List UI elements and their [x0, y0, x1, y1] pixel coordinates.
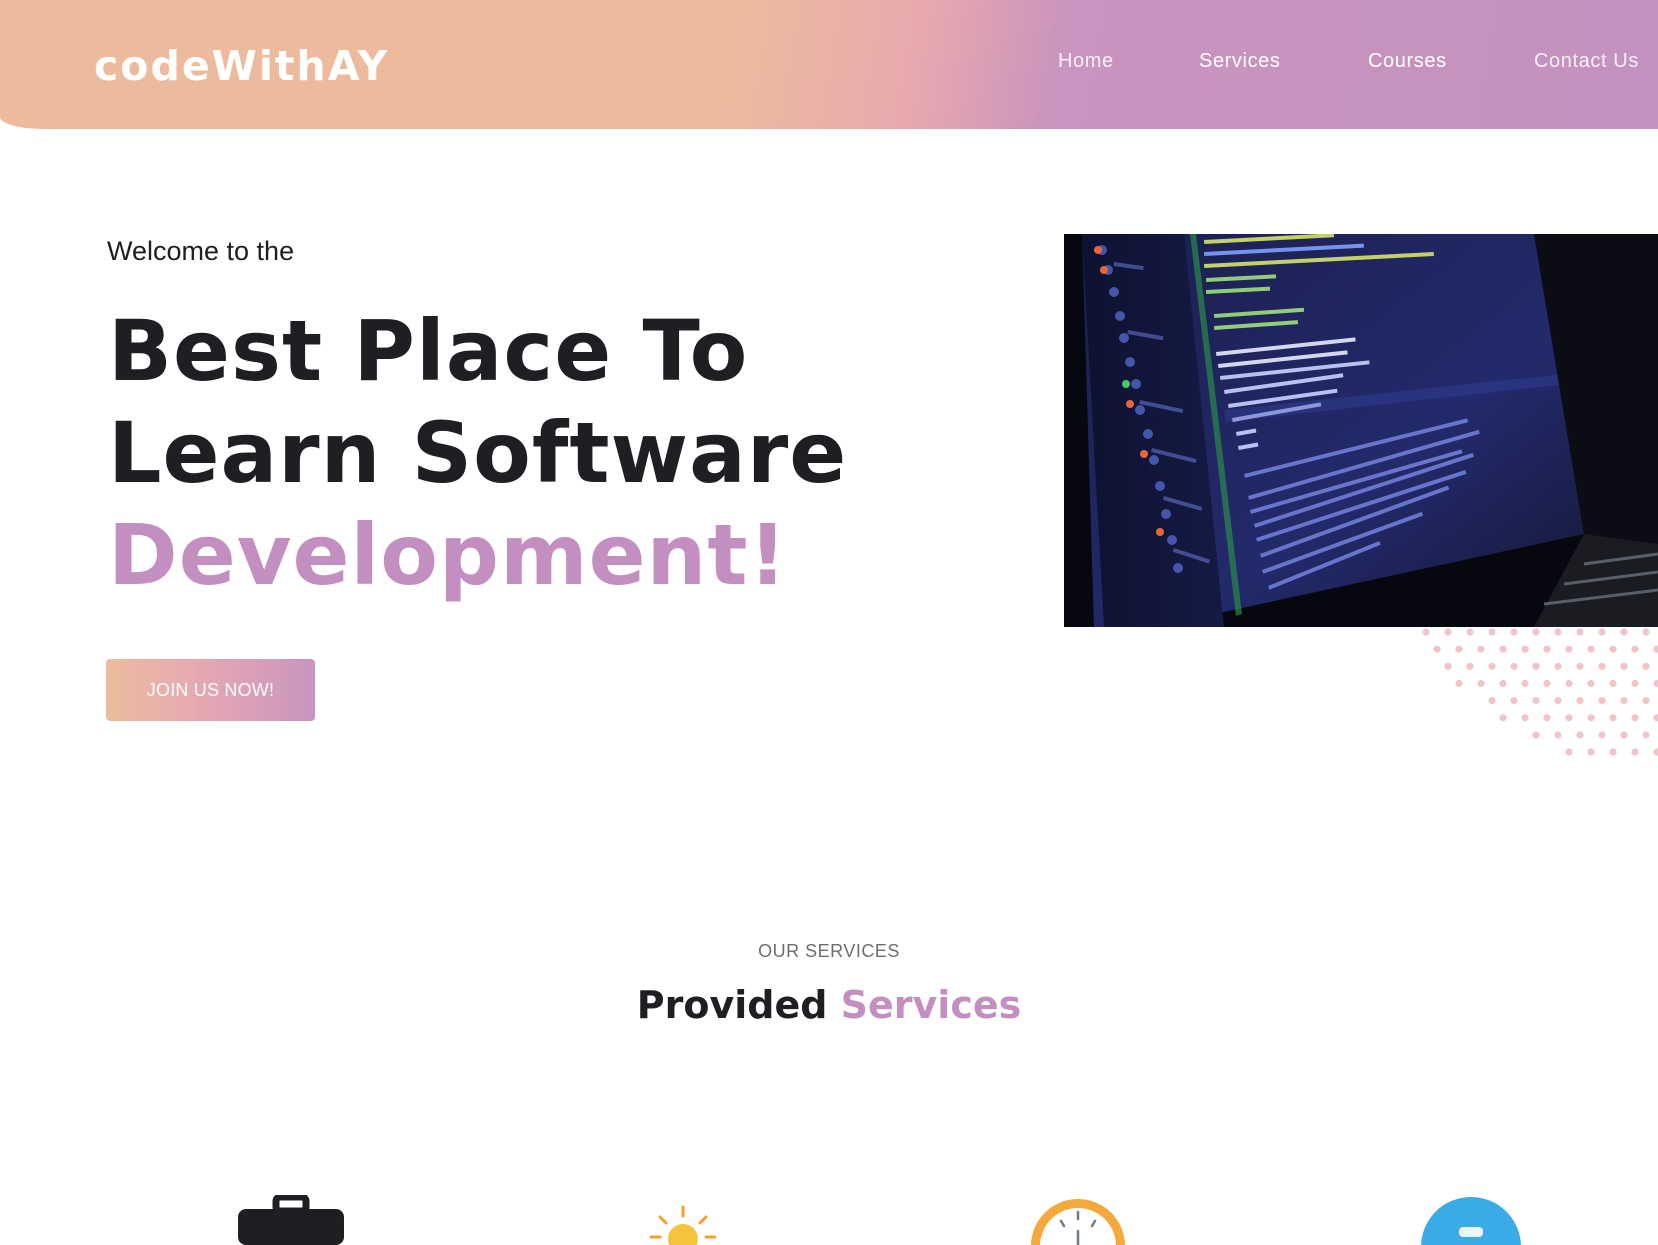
clock-icon [1027, 1195, 1129, 1245]
decorative-dot [1499, 645, 1507, 653]
decorative-dot [1620, 628, 1628, 636]
hero-title-line-1: Best Place To [108, 302, 749, 400]
decorative-dot [1521, 645, 1529, 653]
decorative-dot [1642, 662, 1650, 670]
decorative-dot [1488, 697, 1496, 705]
decorative-dot [1488, 628, 1496, 636]
decorative-dot [1565, 714, 1573, 722]
decorative-dot [1653, 679, 1658, 688]
decorative-dot [1554, 731, 1562, 739]
decorative-dot [1631, 679, 1639, 688]
decorative-dot [1587, 679, 1595, 688]
decorative-dot [1422, 628, 1430, 636]
decorative-dot [1576, 662, 1584, 670]
services-heading-accent: Services [840, 983, 1022, 1027]
decorative-dot [1521, 714, 1529, 722]
decorative-dot [1510, 628, 1518, 636]
hero-title-line-2: Learn Software [108, 404, 848, 502]
decorative-dot [1433, 645, 1441, 653]
decorative-dot [1609, 714, 1617, 722]
decorative-dot [1554, 662, 1562, 670]
join-us-button[interactable]: JOIN US NOW! [106, 659, 315, 721]
decorative-dot [1642, 628, 1650, 636]
decorative-dot [1631, 714, 1639, 722]
decorative-dot [1598, 731, 1606, 739]
decorative-dots-pattern [1422, 628, 1658, 756]
decorative-dot [1565, 679, 1573, 688]
decorative-dot [1620, 662, 1628, 670]
decorative-dot [1576, 697, 1584, 705]
services-heading: Provided Services [0, 983, 1658, 1027]
decorative-dot [1499, 714, 1507, 722]
decorative-dot [1620, 697, 1628, 705]
decorative-dot [1576, 628, 1584, 636]
decorative-dot [1653, 645, 1658, 653]
decorative-dot [1609, 679, 1617, 688]
services-heading-plain: Provided [636, 983, 828, 1027]
decorative-dot [1642, 697, 1650, 705]
decorative-dot [1554, 697, 1562, 705]
decorative-dot [1609, 645, 1617, 653]
decorative-dot [1587, 714, 1595, 722]
hero-welcome-text: Welcome to the [107, 236, 295, 266]
hero-title-accent: Development! [108, 506, 788, 604]
main-nav: Home Services Courses Contact Us [0, 50, 1658, 74]
code-editor-laptop-image [1064, 234, 1658, 627]
briefcase-icon [238, 1195, 344, 1245]
decorative-dot [1477, 645, 1485, 653]
decorative-dot [1620, 731, 1628, 739]
decorative-dot [1455, 679, 1463, 688]
decorative-dot [1510, 697, 1518, 705]
decorative-dot [1631, 645, 1639, 653]
nav-link-contact-us[interactable]: Contact Us [1534, 50, 1639, 73]
decorative-dot [1543, 714, 1551, 722]
decorative-dot [1543, 645, 1551, 653]
decorative-dot [1455, 645, 1463, 653]
hero-title: Best Place To Learn Software Development… [108, 300, 1008, 606]
decorative-dot [1554, 628, 1562, 636]
nav-link-services[interactable]: Services [1199, 50, 1281, 73]
decorative-dot [1488, 662, 1496, 670]
decorative-dot [1587, 748, 1595, 756]
badge-icon [1419, 1195, 1523, 1245]
decorative-dot [1598, 697, 1606, 705]
decorative-dot [1576, 731, 1584, 739]
decorative-dot [1499, 679, 1507, 688]
decorative-dot [1609, 748, 1617, 756]
decorative-dot [1598, 662, 1606, 670]
decorative-dot [1532, 662, 1540, 670]
decorative-dot [1532, 697, 1540, 705]
decorative-dot [1631, 748, 1639, 756]
sun-icon [650, 1205, 716, 1245]
site-header: codeWithAY Home Services Courses Contact… [0, 0, 1658, 129]
decorative-dot [1477, 679, 1485, 688]
decorative-dot [1532, 731, 1540, 739]
decorative-dot [1466, 628, 1474, 636]
decorative-dot [1642, 731, 1650, 739]
decorative-dot [1521, 679, 1529, 688]
decorative-dot [1444, 628, 1452, 636]
nav-link-courses[interactable]: Courses [1368, 50, 1447, 73]
services-kicker: OUR SERVICES [758, 941, 900, 961]
decorative-dot [1598, 628, 1606, 636]
decorative-dot [1587, 645, 1595, 653]
decorative-dot [1510, 662, 1518, 670]
decorative-dot [1653, 714, 1658, 722]
decorative-dot [1532, 628, 1540, 636]
decorative-dot [1653, 748, 1658, 756]
decorative-dot [1444, 662, 1452, 670]
nav-link-home[interactable]: Home [1058, 50, 1114, 73]
decorative-dot [1466, 662, 1474, 670]
decorative-dot [1543, 679, 1551, 688]
decorative-dot [1565, 645, 1573, 653]
decorative-dot [1565, 748, 1573, 756]
